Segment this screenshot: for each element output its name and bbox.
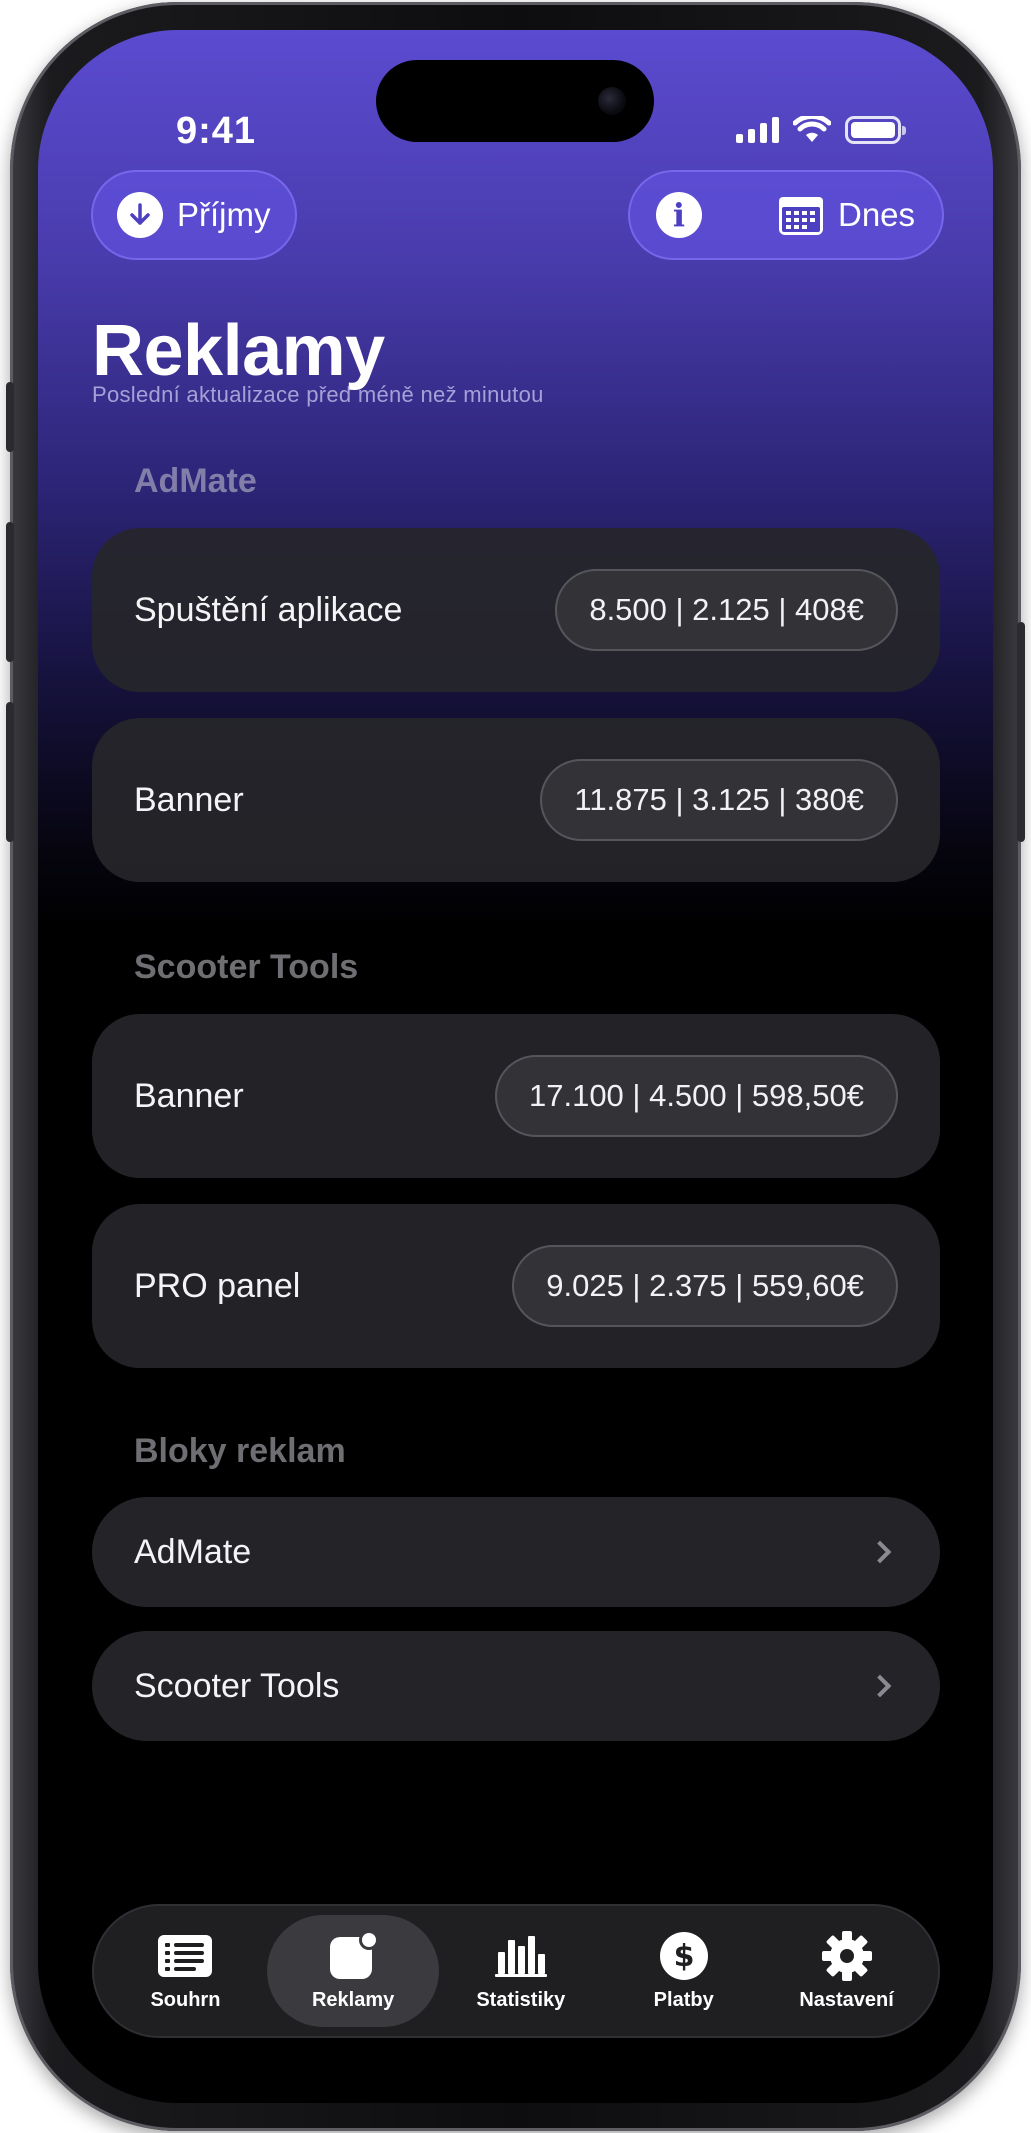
tab-label: Nastavení — [799, 1988, 894, 2011]
ad-row-card[interactable]: Banner 11.875 | 3.125 | 380€ — [92, 718, 940, 882]
income-button[interactable]: Příjmy — [91, 170, 297, 260]
ad-row-stats: 8.500 | 2.125 | 408€ — [555, 569, 898, 651]
wifi-icon — [793, 116, 831, 142]
tab-label: Platby — [653, 1988, 714, 2011]
volume-down-button — [6, 702, 14, 842]
tab-platby[interactable]: $ Platby — [602, 1915, 765, 2027]
ad-row-label: Banner — [134, 780, 244, 819]
ad-row-stats: 11.875 | 3.125 | 380€ — [540, 759, 898, 841]
ad-row-label: Spuštění aplikace — [134, 590, 403, 629]
ad-block-label: AdMate — [134, 1532, 252, 1571]
tab-label: Statistiky — [476, 1988, 566, 2011]
ad-row-stats: 17.100 | 4.500 | 598,50€ — [494, 1055, 898, 1137]
svg-text:$: $ — [673, 1939, 694, 1974]
dollar-icon: $ — [659, 1931, 709, 1981]
info-icon: i — [656, 192, 702, 238]
app-screen: 9:41 Příjmy i Dnes Reklamy Poslední aktu… — [38, 30, 993, 2103]
ad-row-card[interactable]: PRO panel 9.025 | 2.375 | 559,60€ — [92, 1204, 940, 1368]
tab-label: Reklamy — [311, 1988, 395, 2011]
chevron-right-icon — [868, 1674, 892, 1698]
tab-statistiky[interactable]: Statistiky — [439, 1915, 602, 2027]
header-actions: i Dnes — [628, 170, 944, 260]
volume-up-button — [6, 522, 14, 662]
ad-row-card[interactable]: Spuštění aplikace 8.500 | 2.125 | 408€ — [92, 528, 940, 692]
tab-souhrn[interactable]: Souhrn — [104, 1915, 267, 2027]
ad-row-stats: 9.025 | 2.375 | 559,60€ — [512, 1245, 898, 1327]
ad-row-label: PRO panel — [134, 1266, 301, 1305]
tab-reklamy[interactable]: Reklamy — [266, 1915, 440, 2027]
power-button — [1017, 622, 1025, 842]
last-updated-text: Poslední aktualizace před méně než minut… — [92, 382, 544, 407]
calendar-icon — [779, 197, 823, 235]
section-header-ad-blocks: Bloky reklam — [134, 1432, 346, 1470]
date-picker-button[interactable]: Dnes — [778, 172, 915, 258]
ad-row-label: Banner — [134, 1076, 244, 1115]
tab-nastaveni[interactable]: Nastavení — [765, 1915, 928, 2027]
silent-switch — [6, 382, 14, 452]
status-icons — [736, 116, 906, 144]
tab-bar: Souhrn Reklamy Statistiky $ Platby Nasta… — [92, 1904, 940, 2038]
page-title: Reklamy — [92, 311, 385, 391]
section-header-scooter-tools: Scooter Tools — [134, 948, 359, 986]
front-camera — [598, 87, 626, 115]
tab-label: Souhrn — [150, 1988, 221, 2011]
bar-chart-icon — [494, 1931, 548, 1981]
battery-icon — [845, 116, 906, 144]
ad-block-label: Scooter Tools — [134, 1666, 340, 1705]
ads-icon — [327, 1929, 380, 1981]
gear-icon — [821, 1930, 873, 1981]
ad-row-card[interactable]: Banner 17.100 | 4.500 | 598,50€ — [92, 1014, 940, 1178]
list-icon — [157, 1931, 213, 1981]
phone-frame: 9:41 Příjmy i Dnes Reklamy Poslední aktu… — [6, 2, 1025, 2131]
cellular-signal-icon — [736, 117, 779, 143]
ad-block-row-admate[interactable]: AdMate — [92, 1497, 940, 1607]
dynamic-island — [376, 60, 654, 142]
ad-block-row-scooter-tools[interactable]: Scooter Tools — [92, 1631, 940, 1741]
arrow-down-circle-icon — [117, 192, 163, 238]
info-button[interactable]: i — [656, 192, 702, 238]
income-label: Příjmy — [177, 196, 271, 233]
section-header-admate: AdMate — [134, 462, 257, 500]
date-label: Dnes — [838, 196, 916, 233]
status-time: 9:41 — [176, 110, 257, 152]
chevron-right-icon — [868, 1540, 892, 1564]
